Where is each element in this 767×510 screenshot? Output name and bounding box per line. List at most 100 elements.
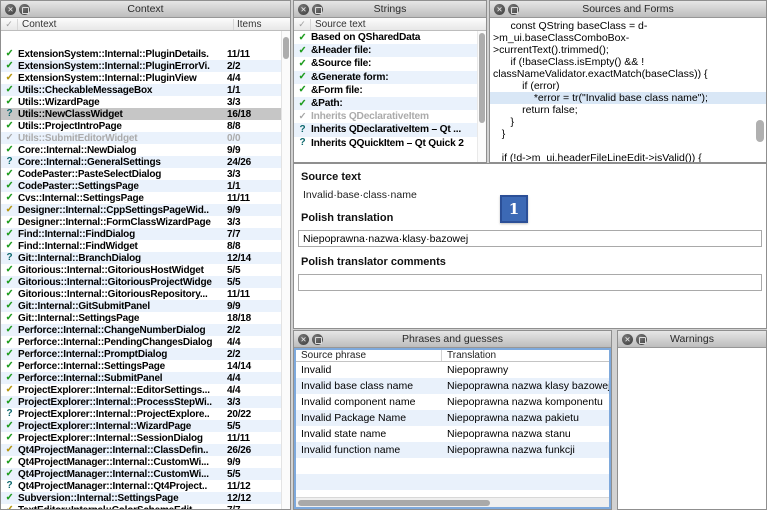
context-row[interactable]: ✓ProjectExplorer::Internal::ProcessStepW… xyxy=(1,396,281,408)
strings-header[interactable]: ✓ Source text xyxy=(294,18,486,31)
context-row[interactable]: ✓Git::Internal::GitSubmitPanel9/9 xyxy=(1,300,281,312)
string-row[interactable]: ✓&Path: xyxy=(294,97,477,110)
context-name: Perforce::Internal::PromptDialog xyxy=(18,349,224,360)
string-row[interactable]: ?Inherits QDeclarativeItem – Qt ... xyxy=(294,123,477,136)
question-status-icon: ? xyxy=(294,124,311,136)
context-items-count: 24/26 xyxy=(224,157,281,168)
context-items-count: 5/5 xyxy=(224,265,281,276)
context-row[interactable]: ✓ExtensionSystem::Internal::PluginErrorV… xyxy=(1,60,281,72)
context-row[interactable]: ?Utils::NewClassWidget16/18 xyxy=(1,108,281,120)
context-row[interactable]: ✓Find::Internal::FindDialog7/7 xyxy=(1,228,281,240)
source-phrase-column-header[interactable]: Source phrase xyxy=(296,350,442,361)
phrases-header[interactable]: Source phrase Translation xyxy=(296,350,609,362)
done-status-icon: ✓ xyxy=(1,144,18,156)
context-row[interactable]: ✓Qt4ProjectManager::Internal::ClassDefin… xyxy=(1,444,281,456)
translation-column-header[interactable]: Translation xyxy=(442,350,609,361)
context-row[interactable]: ✓Utils::SubmitEditorWidget0/0 xyxy=(1,132,281,144)
context-row[interactable]: ?ProjectExplorer::Internal::ProjectExplo… xyxy=(1,408,281,420)
phrase-row[interactable]: Invalid state nameNiepoprawna nazwa stan… xyxy=(296,426,609,442)
context-row[interactable]: ✓Cvs::Internal::SettingsPage11/11 xyxy=(1,192,281,204)
string-row[interactable]: ✓&Header file: xyxy=(294,44,477,57)
close-icon[interactable]: ✕ xyxy=(622,334,633,345)
items-column-header[interactable]: Items xyxy=(233,19,290,30)
context-row[interactable]: ✓ProjectExplorer::Internal::EditorSettin… xyxy=(1,384,281,396)
translation-input[interactable]: Niepoprawna·nazwa·klasy·bazowej xyxy=(298,230,762,247)
context-row[interactable]: ✓Qt4ProjectManager::Internal::CustomWi..… xyxy=(1,468,281,480)
context-row[interactable]: ✓Gitorious::Internal::GitoriousHostWidge… xyxy=(1,264,281,276)
sources-titlebar: ✕ Sources and Forms xyxy=(490,1,766,18)
context-items-count: 0/0 xyxy=(224,133,281,144)
context-row[interactable]: ?Core::Internal::GeneralSettings24/26 xyxy=(1,156,281,168)
context-row[interactable]: ✓Gitorious::Internal::GitoriousRepositor… xyxy=(1,288,281,300)
close-icon[interactable]: ✕ xyxy=(298,4,309,15)
sources-scroll-thumb[interactable] xyxy=(756,120,764,142)
context-name: Qt4ProjectManager::Internal::CustomWi... xyxy=(18,469,224,480)
context-row[interactable]: ✓Qt4ProjectManager::Internal::CustomWi..… xyxy=(1,456,281,468)
context-row[interactable]: ✓Gitorious::Internal::GitoriousProjectWi… xyxy=(1,276,281,288)
context-name: Utils::WizardPage xyxy=(18,97,224,108)
phrase-source: Invalid function name xyxy=(296,444,442,456)
phrase-row[interactable]: InvalidNiepoprawny xyxy=(296,362,609,378)
check-column-icon: ✓ xyxy=(294,19,311,30)
context-row[interactable]: ✓Utils::WizardPage3/3 xyxy=(1,96,281,108)
question-status-icon: ? xyxy=(1,408,18,420)
context-row[interactable]: ✓Designer::Internal::FormClassWizardPage… xyxy=(1,216,281,228)
source-code-view[interactable]: const QString baseClass = d->m_ui.baseCl… xyxy=(490,18,766,162)
string-row[interactable]: ✓&Source file: xyxy=(294,57,477,70)
context-name: TextEditor::Internal::ColorSchemeEdit xyxy=(18,505,224,510)
context-row[interactable]: ✓CodePaster::SettingsPage1/1 xyxy=(1,180,281,192)
context-row[interactable]: ✓Perforce::Internal::SubmitPanel4/4 xyxy=(1,372,281,384)
context-name: Core::Internal::NewDialog xyxy=(18,145,224,156)
context-column-header[interactable]: Context xyxy=(18,19,233,30)
context-row[interactable]: ✓TextEditor::Internal::ColorSchemeEdit7/… xyxy=(1,504,281,509)
strings-scrollbar[interactable] xyxy=(477,31,486,162)
float-icon[interactable] xyxy=(312,334,323,345)
phrase-row[interactable]: Invalid Package NameNiepoprawna nazwa pa… xyxy=(296,410,609,426)
context-row[interactable]: ?Git::Internal::BranchDialog12/14 xyxy=(1,252,281,264)
context-row[interactable]: ✓Core::Internal::NewDialog9/9 xyxy=(1,144,281,156)
phrases-hscroll-thumb[interactable] xyxy=(298,500,490,507)
context-row[interactable]: ✓Find::Internal::FindWidget8/8 xyxy=(1,240,281,252)
string-row[interactable]: ✓&Generate form: xyxy=(294,71,477,84)
context-scrollbar[interactable] xyxy=(281,31,290,509)
float-icon[interactable] xyxy=(312,4,323,15)
float-icon[interactable] xyxy=(636,334,647,345)
strings-scroll-thumb[interactable] xyxy=(479,33,485,123)
context-row[interactable]: ✓Utils::CheckableMessageBox1/1 xyxy=(1,84,281,96)
string-row[interactable]: ?Inherits QQuickItem – Qt Quick 2 xyxy=(294,137,477,150)
context-name: Gitorious::Internal::GitoriousRepository… xyxy=(18,289,224,300)
context-row[interactable]: ✓Subversion::Internal::SettingsPage12/12 xyxy=(1,492,281,504)
source-text-column-header[interactable]: Source text xyxy=(311,19,486,30)
string-row[interactable]: ✓Based on QSharedData xyxy=(294,31,477,44)
context-row[interactable]: ✓Utils::ProjectIntroPage8/8 xyxy=(1,120,281,132)
phrase-row[interactable]: Invalid function nameNiepoprawna nazwa f… xyxy=(296,442,609,458)
done-status-icon: ✓ xyxy=(1,468,18,480)
context-row[interactable]: ✓ProjectExplorer::Internal::WizardPage5/… xyxy=(1,420,281,432)
phrase-row[interactable]: Invalid component nameNiepoprawna nazwa … xyxy=(296,394,609,410)
context-row[interactable]: ✓Perforce::Internal::PromptDialog2/2 xyxy=(1,348,281,360)
context-row[interactable]: ✓Git::Internal::SettingsPage18/18 xyxy=(1,312,281,324)
context-row[interactable]: ✓Perforce::Internal::PendingChangesDialo… xyxy=(1,336,281,348)
context-row[interactable]: ✓ExtensionSystem::Internal::PluginDetail… xyxy=(1,48,281,60)
close-icon[interactable]: ✕ xyxy=(298,334,309,345)
context-name: ExtensionSystem::Internal::PluginView xyxy=(18,73,224,84)
comments-input[interactable] xyxy=(298,274,762,291)
context-header[interactable]: ✓ Context Items xyxy=(1,18,290,31)
context-row[interactable]: ?Qt4ProjectManager::Internal::Qt4Project… xyxy=(1,480,281,492)
string-row[interactable]: ✓&Form file: xyxy=(294,84,477,97)
context-row[interactable]: ✓Perforce::Internal::SettingsPage14/14 xyxy=(1,360,281,372)
context-row[interactable]: ✓Designer::Internal::CppSettingsPageWid.… xyxy=(1,204,281,216)
close-icon[interactable]: ✕ xyxy=(5,4,16,15)
context-scroll-thumb[interactable] xyxy=(283,37,289,59)
context-row[interactable]: ✓CodePaster::PasteSelectDialog3/3 xyxy=(1,168,281,180)
string-row[interactable]: ✓Inherits QDeclarativeItem xyxy=(294,110,477,123)
float-icon[interactable] xyxy=(508,4,519,15)
float-icon[interactable] xyxy=(19,4,30,15)
context-row[interactable]: ✓ExtensionSystem::Internal::PluginView4/… xyxy=(1,72,281,84)
phrases-hscrollbar[interactable] xyxy=(296,497,609,507)
close-icon[interactable]: ✕ xyxy=(494,4,505,15)
context-row[interactable]: ✓Perforce::Internal::ChangeNumberDialog2… xyxy=(1,324,281,336)
context-name: Find::Internal::FindDialog xyxy=(18,229,224,240)
phrase-row[interactable]: Invalid base class nameNiepoprawna nazwa… xyxy=(296,378,609,394)
context-row[interactable]: ✓ProjectExplorer::Internal::SessionDialo… xyxy=(1,432,281,444)
